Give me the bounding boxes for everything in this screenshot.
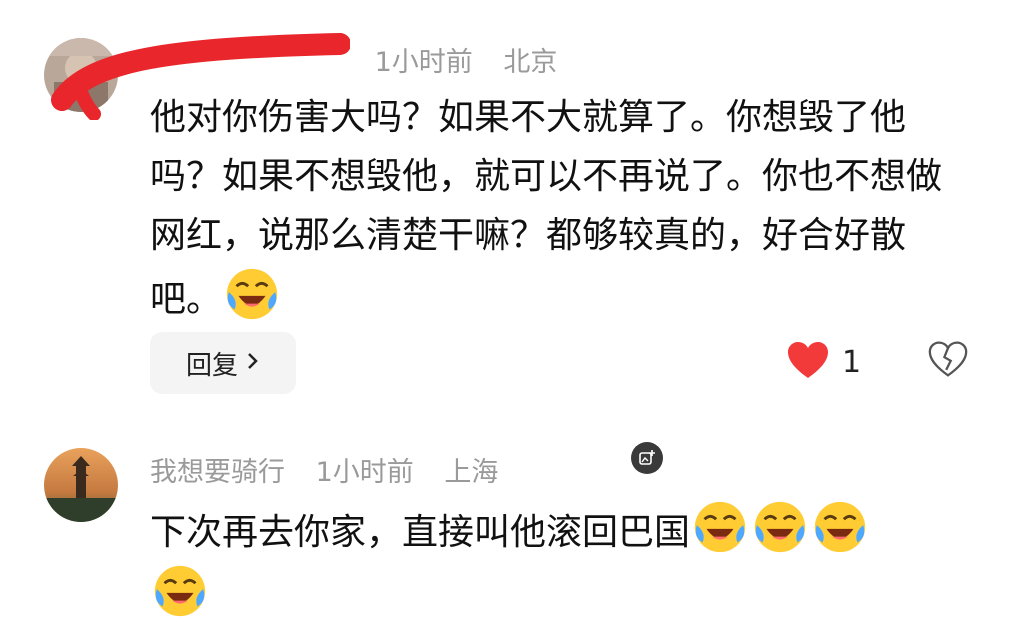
comment-text: 他对你伤害大吗？如果不大就算了。你想毁了他吗？如果不想毁他，就可以不再说了。你也… bbox=[150, 88, 970, 329]
chevron-right-icon bbox=[246, 348, 260, 378]
avatar[interactable] bbox=[44, 38, 118, 112]
reply-label: 回复 bbox=[185, 350, 238, 381]
laughing-crying-face-icon bbox=[814, 501, 866, 553]
heart-icon bbox=[786, 340, 830, 384]
timestamp: 1小时前 bbox=[315, 457, 414, 488]
username[interactable]: 我想要骑行 bbox=[150, 457, 285, 488]
location: 北京 bbox=[503, 47, 558, 78]
timestamp: 1小时前 bbox=[374, 47, 473, 78]
image-icon[interactable] bbox=[631, 442, 663, 474]
comment-text: 下次再去你家，直接叫他滚回巴国 bbox=[150, 498, 970, 626]
like-count: 1 bbox=[842, 344, 862, 380]
comment-body: 下次再去你家，直接叫他滚回巴国 bbox=[150, 512, 691, 553]
laughing-crying-face-icon bbox=[694, 501, 746, 553]
laughing-crying-face-icon bbox=[754, 501, 806, 553]
location: 上海 bbox=[444, 457, 499, 488]
avatar[interactable] bbox=[44, 448, 118, 522]
broken-heart-icon bbox=[928, 341, 968, 382]
comment-meta: 我想要骑行 1小时前 上海 bbox=[150, 450, 520, 489]
reply-button[interactable]: 回复 bbox=[150, 332, 296, 394]
comment-meta: 1小时前 北京 bbox=[150, 40, 579, 79]
dislike-button[interactable] bbox=[928, 340, 968, 382]
laughing-crying-face-icon bbox=[154, 565, 206, 617]
like-button[interactable]: 1 bbox=[786, 340, 861, 384]
laughing-crying-face-icon bbox=[226, 268, 278, 320]
